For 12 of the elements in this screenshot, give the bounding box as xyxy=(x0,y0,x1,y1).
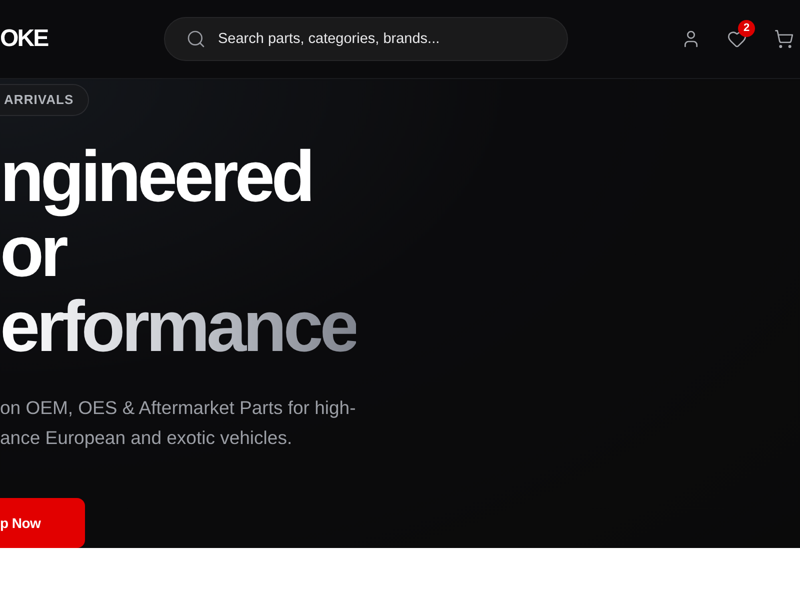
hero-heading: ngineered or erformance xyxy=(0,140,356,365)
hero-description: on OEM, OES & Aftermarket Parts for high- ance European and exotic vehicles. xyxy=(0,396,356,450)
wishlist-count-badge: 2 xyxy=(738,20,755,37)
shop-now-button[interactable]: p Now xyxy=(0,498,85,548)
search-icon xyxy=(186,29,206,49)
wishlist-button[interactable]: 2 xyxy=(727,20,755,49)
heart-icon xyxy=(727,29,747,49)
logo[interactable]: OKE xyxy=(0,27,48,51)
cart-icon xyxy=(774,29,794,49)
search-field[interactable]: Search parts, categories, brands... xyxy=(164,17,568,61)
new-arrivals-badge: ARRIVALS xyxy=(0,84,89,116)
cart-button[interactable] xyxy=(774,29,794,49)
